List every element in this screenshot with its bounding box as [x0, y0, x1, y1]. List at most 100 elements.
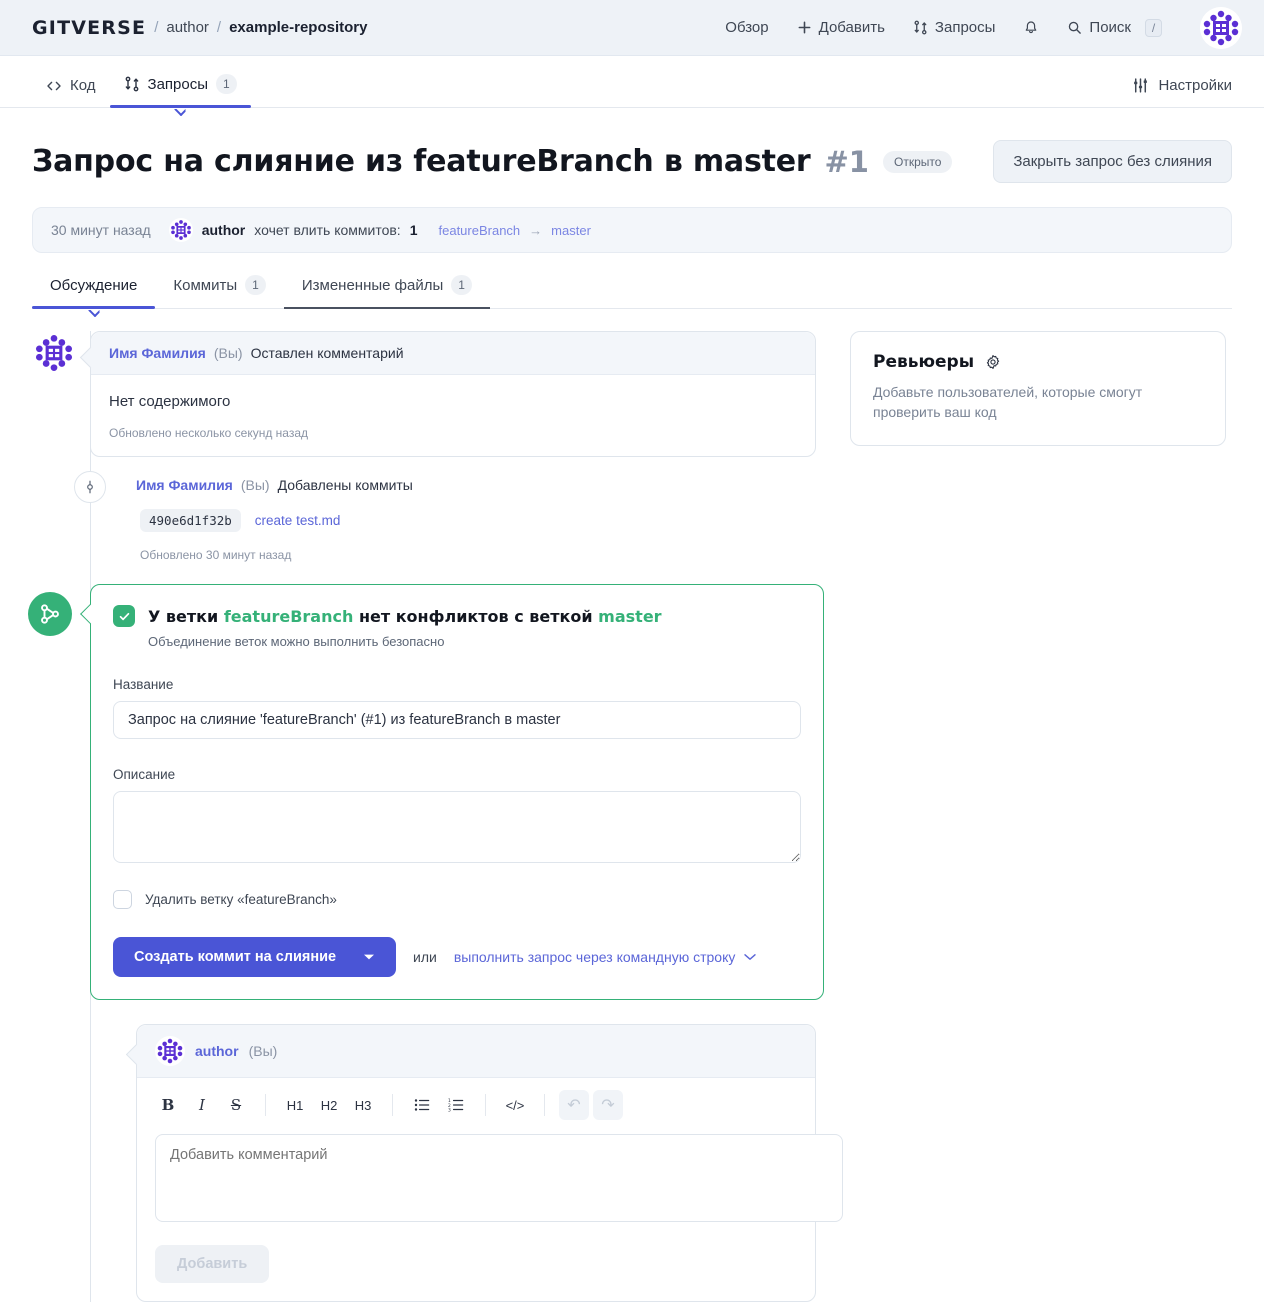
delete-branch-row: Удалить ветку «featureBranch»: [113, 890, 801, 909]
reviewers-header: Ревьюеры: [873, 352, 1203, 372]
settings-link[interactable]: Настройки: [1132, 77, 1232, 107]
comment-header: Имя Фамилия (Вы) Оставлен комментарий: [91, 332, 815, 375]
strikethrough-icon[interactable]: S: [221, 1090, 251, 1120]
merge-title-middle: нет конфликтов с веткой: [358, 606, 593, 626]
code-icon[interactable]: </>: [500, 1090, 530, 1120]
active-subtab-caret: [88, 310, 99, 317]
tab-commits-label: Коммиты: [173, 276, 238, 294]
settings-label: Настройки: [1158, 77, 1232, 94]
merge-section: У ветки featureBranch нет конфликтов с в…: [28, 584, 824, 1000]
tab-code[interactable]: Код: [32, 77, 110, 107]
commit-message[interactable]: create test.md: [255, 513, 341, 528]
reviewers-description: Добавьте пользователей, которые смогут п…: [873, 384, 1143, 421]
tab-commits[interactable]: Коммиты 1: [155, 275, 283, 308]
tab-commits-count: 1: [245, 275, 266, 295]
top-bar: GITVERSE / author / example-repository О…: [0, 0, 1264, 56]
cli-instructions-link[interactable]: выполнить запрос через командную строку: [454, 949, 757, 965]
top-nav-requests-label: Запросы: [934, 19, 996, 36]
plus-icon: [798, 21, 811, 34]
chevron-down-icon: [364, 954, 374, 960]
editor-toolbar: B I S H1 H2 H3 1 2 3 </> ↶ ↷: [137, 1078, 815, 1130]
tab-changed-files[interactable]: Измененные файлы 1: [283, 275, 491, 309]
tab-requests[interactable]: Запросы 1: [109, 74, 251, 108]
user-avatar: [1200, 6, 1242, 49]
author-avatar: [168, 218, 193, 242]
request-subtabs: Обсуждение Коммиты 1 Измененные файлы 1: [32, 275, 1232, 309]
comment-text: Нет содержимого: [109, 393, 231, 410]
comment-author[interactable]: Имя Фамилия: [109, 345, 206, 361]
search-label: Поиск: [1089, 19, 1131, 36]
commit-sha[interactable]: 490e6d1f32b: [140, 509, 241, 532]
active-tab-caret: [175, 109, 186, 116]
comment-input[interactable]: [155, 1134, 843, 1222]
top-navigation: Обзор Добавить Запросы Поиск /: [725, 6, 1242, 49]
pull-request-icon: [914, 20, 927, 35]
delete-branch-checkbox[interactable]: [113, 890, 132, 909]
merge-summary-author[interactable]: author: [202, 222, 246, 238]
tab-requests-label: Запросы: [147, 75, 209, 93]
merge-description-label: Описание: [113, 767, 176, 782]
commit-event-author[interactable]: Имя Фамилия: [136, 477, 233, 493]
merge-name-label: Название: [113, 677, 174, 692]
timeline: Имя Фамилия (Вы) Оставлен комментарий Не…: [28, 331, 843, 1302]
comment-updated: Обновлено несколько секунд назад: [109, 426, 309, 440]
numbered-list-icon[interactable]: 1 2 3: [441, 1090, 471, 1120]
commit-event-header: Имя Фамилия (Вы) Добавлены коммиты: [136, 477, 816, 493]
bell-icon: [1026, 20, 1037, 33]
top-nav-add[interactable]: Добавить: [797, 19, 885, 36]
top-nav-requests[interactable]: Запросы: [913, 19, 996, 36]
toolbar-divider-2: [392, 1094, 393, 1116]
merge-card: У ветки featureBranch нет конфликтов с в…: [90, 584, 824, 1000]
undo-icon: ↶: [559, 1090, 589, 1120]
merge-summary-text: хочет влить коммитов:: [254, 222, 401, 238]
gear-icon[interactable]: [985, 354, 1001, 370]
merge-icon: [41, 604, 59, 624]
breadcrumb-separator-2: /: [216, 19, 222, 36]
bullet-list-icon[interactable]: [407, 1090, 437, 1120]
breadcrumb-owner[interactable]: author: [166, 19, 209, 36]
create-merge-commit-button[interactable]: Создать коммит на слияние: [113, 937, 396, 977]
gitverse-logo[interactable]: GITVERSE: [32, 17, 146, 39]
user-avatar: [32, 331, 76, 375]
breadcrumb-repo[interactable]: example-repository: [229, 19, 367, 36]
close-request-button[interactable]: Закрыть запрос без слияния: [993, 140, 1232, 183]
svg-text:3: 3: [448, 1107, 451, 1112]
notifications-button[interactable]: [1023, 20, 1039, 36]
search-button[interactable]: Поиск /: [1067, 18, 1162, 37]
page-header: Запрос на слияние из featureBranch в mas…: [32, 108, 1232, 183]
commit-event-action: Добавлены коммиты: [277, 477, 413, 493]
search-icon: [1069, 21, 1082, 34]
avatar[interactable]: [1200, 6, 1242, 49]
reviewers-title: Ревьюеры: [873, 352, 975, 372]
commit-event-dot: [74, 471, 106, 503]
merge-source-branch: featureBranch: [223, 606, 354, 626]
bold-icon[interactable]: B: [153, 1090, 183, 1120]
merge-description-input[interactable]: [113, 791, 801, 863]
merge-options-dropdown[interactable]: [363, 953, 396, 961]
target-branch-link[interactable]: master: [551, 223, 591, 238]
comment-bubble: Имя Фамилия (Вы) Оставлен комментарий Не…: [90, 331, 816, 457]
composer-header: author (Вы): [137, 1025, 815, 1078]
comment-author-you: (Вы): [213, 345, 243, 361]
commit-icon: [87, 480, 93, 494]
merge-summary-count: 1: [409, 222, 418, 238]
italic-icon[interactable]: I: [187, 1090, 217, 1120]
heading-2-icon[interactable]: H2: [314, 1090, 344, 1120]
toolbar-divider-1: [265, 1094, 266, 1116]
heading-3-icon[interactable]: H3: [348, 1090, 378, 1120]
composer-author[interactable]: author: [195, 1043, 239, 1059]
add-comment-button[interactable]: Добавить: [155, 1245, 270, 1283]
tab-discussion-label: Обсуждение: [50, 276, 138, 294]
top-nav-overview-label: Обзор: [725, 19, 769, 36]
search-shortcut-key: /: [1145, 18, 1162, 37]
pull-request-icon: [125, 76, 138, 92]
merge-status-icon-circle: [28, 592, 72, 636]
source-branch-link[interactable]: featureBranch: [439, 223, 521, 238]
tab-discussion[interactable]: Обсуждение: [32, 275, 156, 309]
merge-name-input[interactable]: [113, 701, 801, 739]
heading-1-icon[interactable]: H1: [280, 1090, 310, 1120]
top-nav-overview[interactable]: Обзор: [725, 19, 768, 36]
merge-summary-avatar: [168, 218, 193, 242]
merge-summary-time: 30 минут назад: [51, 222, 151, 238]
tab-code-label: Код: [70, 77, 96, 94]
